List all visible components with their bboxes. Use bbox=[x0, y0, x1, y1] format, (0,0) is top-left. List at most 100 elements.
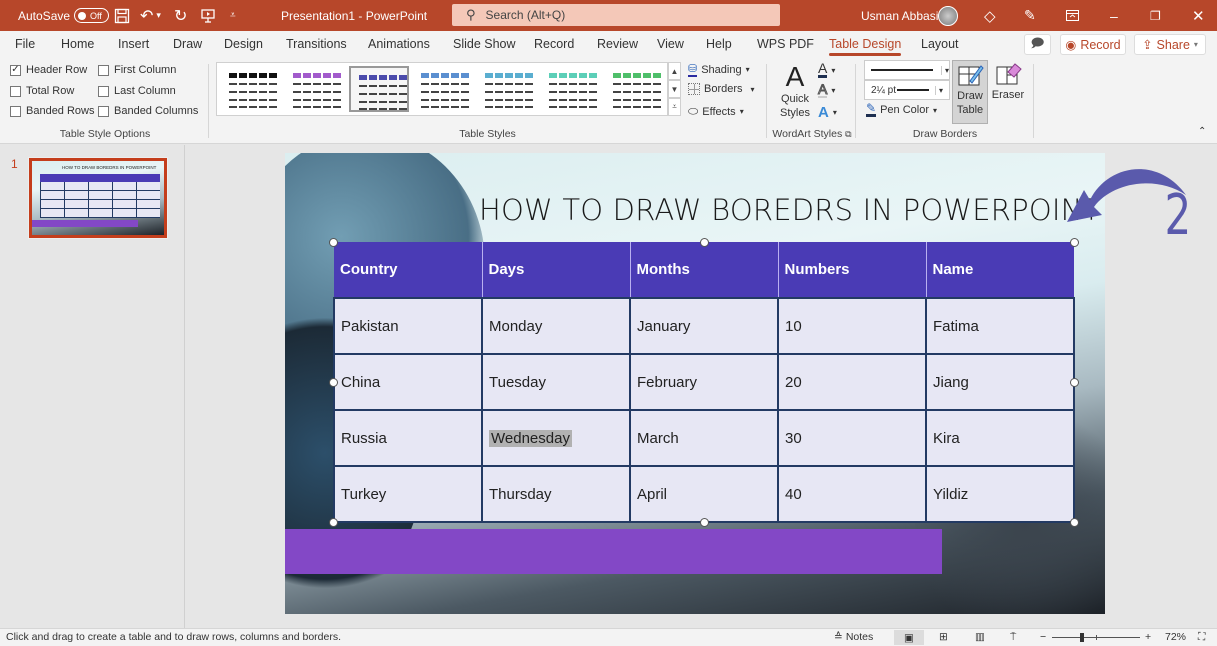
table-style-swatch[interactable] bbox=[541, 66, 601, 112]
search-box[interactable]: ⚲ Search (Alt+Q) bbox=[452, 4, 780, 26]
pen-weight-select[interactable]: 2¼ pt ▾ bbox=[864, 80, 950, 100]
eraser-button[interactable]: Eraser bbox=[990, 60, 1026, 102]
total-row-checkbox[interactable]: Total Row bbox=[10, 85, 74, 97]
pen-style-select[interactable]: ▾ bbox=[864, 60, 950, 80]
table-style-swatch[interactable] bbox=[477, 66, 537, 112]
table-header-cell[interactable]: Country bbox=[334, 242, 483, 298]
avatar[interactable] bbox=[938, 0, 958, 31]
table-style-swatch[interactable] bbox=[605, 66, 665, 112]
tab-view[interactable]: View bbox=[657, 31, 684, 58]
resize-handle-bottom-right[interactable] bbox=[1070, 518, 1079, 527]
table-cell[interactable]: April bbox=[629, 465, 779, 523]
tab-layout[interactable]: Layout bbox=[921, 31, 959, 58]
collapse-ribbon-icon[interactable]: ⌃ bbox=[1198, 126, 1206, 137]
zoom-in-button[interactable]: + bbox=[1145, 631, 1151, 643]
tab-insert[interactable]: Insert bbox=[118, 31, 149, 58]
normal-view-button[interactable]: ▣ bbox=[894, 630, 924, 645]
record-button[interactable]: ◉ Record bbox=[1060, 34, 1126, 55]
tab-slide-show[interactable]: Slide Show bbox=[453, 31, 516, 58]
table-style-swatch[interactable] bbox=[285, 66, 345, 112]
zoom-out-button[interactable]: − bbox=[1040, 631, 1046, 643]
slide-canvas[interactable]: HOW TO DRAW BOREDRS IN POWERPOINT Countr… bbox=[285, 153, 1105, 614]
restore-icon[interactable]: ❐ bbox=[1150, 0, 1161, 31]
purple-banner-shape[interactable] bbox=[285, 529, 942, 574]
table-cell[interactable]: Russia bbox=[333, 409, 483, 467]
slide-title[interactable]: HOW TO DRAW BOREDRS IN POWERPOINT bbox=[479, 193, 1100, 227]
table-cell[interactable]: January bbox=[629, 297, 779, 355]
table-cell-selected[interactable]: Wednesday bbox=[481, 409, 631, 467]
share-button[interactable]: ⇪ Share ▾ bbox=[1134, 34, 1206, 55]
redo-icon[interactable]: ↻ bbox=[174, 0, 187, 31]
tab-draw[interactable]: Draw bbox=[173, 31, 202, 58]
header-row-checkbox[interactable]: ✓ Header Row bbox=[10, 64, 87, 76]
table-cell[interactable]: Turkey bbox=[333, 465, 483, 523]
last-column-checkbox[interactable]: Last Column bbox=[98, 85, 176, 97]
table-cell[interactable]: 10 bbox=[777, 297, 927, 355]
undo-icon[interactable]: ↶ ▾ bbox=[140, 0, 161, 31]
table-cell[interactable]: Jiang bbox=[925, 353, 1075, 411]
tab-file[interactable]: File bbox=[15, 31, 35, 58]
tab-help[interactable]: Help bbox=[706, 31, 732, 58]
table-cell[interactable]: 20 bbox=[777, 353, 927, 411]
pen-icon[interactable]: ✎ bbox=[1024, 0, 1036, 31]
table-cell[interactable]: Pakistan bbox=[333, 297, 483, 355]
table-cell[interactable]: Tuesday bbox=[481, 353, 631, 411]
minimize-icon[interactable]: – bbox=[1110, 0, 1118, 31]
customize-toolbar-icon[interactable]: ⩡ bbox=[230, 0, 236, 31]
tab-review[interactable]: Review bbox=[597, 31, 638, 58]
banded-rows-checkbox[interactable]: Banded Rows bbox=[10, 105, 95, 117]
table-style-swatch[interactable] bbox=[349, 66, 409, 112]
reading-view-button[interactable]: ▥ bbox=[975, 631, 985, 643]
table-cell[interactable]: Fatima bbox=[925, 297, 1075, 355]
resize-handle-bottom[interactable] bbox=[700, 518, 709, 527]
tab-record[interactable]: Record bbox=[534, 31, 574, 58]
ribbon-display-icon[interactable] bbox=[1066, 0, 1079, 31]
dialog-launcher-icon[interactable]: ⧉ bbox=[845, 129, 851, 139]
table-cell[interactable]: 40 bbox=[777, 465, 927, 523]
resize-handle-top-left[interactable] bbox=[329, 238, 338, 247]
draw-table-button[interactable]: Draw Table bbox=[952, 60, 988, 124]
zoom-level[interactable]: 72% bbox=[1165, 631, 1186, 643]
diamond-icon[interactable]: ◇ bbox=[984, 0, 996, 31]
slide-thumbnail[interactable]: HOW TO DRAW BOREDRS IN POWERPOINT bbox=[28, 157, 168, 239]
slideshow-button[interactable]: ⍑ bbox=[1010, 631, 1016, 644]
tab-animations[interactable]: Animations bbox=[368, 31, 430, 58]
resize-handle-top[interactable] bbox=[700, 238, 709, 247]
text-effects-button[interactable]: A ▾ bbox=[818, 104, 837, 121]
tab-design[interactable]: Design bbox=[224, 31, 263, 58]
quick-styles-button[interactable]: A Quick Styles bbox=[775, 62, 815, 120]
table-header-cell[interactable]: Numbers bbox=[778, 242, 927, 298]
resize-handle-bottom-left[interactable] bbox=[329, 518, 338, 527]
data-table[interactable]: Country Days Months Numbers Name Pakista… bbox=[333, 242, 1075, 523]
table-cell[interactable]: February bbox=[629, 353, 779, 411]
pen-color-button[interactable]: ✎ Pen Color ▾ bbox=[866, 102, 937, 117]
zoom-slider[interactable] bbox=[1052, 633, 1140, 642]
gallery-scroll-down[interactable]: ▼ bbox=[668, 80, 681, 98]
tab-home[interactable]: Home bbox=[61, 31, 94, 58]
resize-handle-left[interactable] bbox=[329, 378, 338, 387]
zoom-slider-thumb[interactable] bbox=[1080, 633, 1085, 642]
table-style-swatch[interactable] bbox=[221, 66, 281, 112]
resize-handle-right[interactable] bbox=[1070, 378, 1079, 387]
effects-button[interactable]: ⬭ Effects ▾ bbox=[688, 104, 744, 119]
banded-columns-checkbox[interactable]: Banded Columns bbox=[98, 105, 198, 117]
table-cell[interactable]: Kira bbox=[925, 409, 1075, 467]
autosave-toggle[interactable]: Off bbox=[74, 8, 110, 23]
table-cell[interactable]: March bbox=[629, 409, 779, 467]
user-name[interactable]: Usman Abbasi bbox=[861, 0, 938, 31]
table-header-cell[interactable]: Months bbox=[630, 242, 779, 298]
first-column-checkbox[interactable]: First Column bbox=[98, 64, 176, 76]
slide-sorter-button[interactable]: ⊞ bbox=[939, 631, 948, 643]
table-header-cell[interactable]: Name bbox=[926, 242, 1074, 298]
tab-wps-pdf[interactable]: WPS PDF bbox=[757, 31, 814, 58]
gallery-scroll-up[interactable]: ▲ bbox=[668, 62, 681, 80]
autosave[interactable]: AutoSave Off bbox=[18, 0, 110, 31]
save-icon[interactable] bbox=[114, 0, 130, 31]
table-cell[interactable]: Thursday bbox=[481, 465, 631, 523]
notes-button[interactable]: ≙ Notes bbox=[834, 631, 873, 643]
shading-button[interactable]: ⛁ Shading ▾ bbox=[688, 62, 750, 77]
borders-button[interactable]: Borders ▾ bbox=[688, 83, 755, 95]
table-cell[interactable]: 30 bbox=[777, 409, 927, 467]
text-fill-button[interactable]: A ▾ bbox=[818, 61, 835, 78]
table-cell[interactable]: Monday bbox=[481, 297, 631, 355]
